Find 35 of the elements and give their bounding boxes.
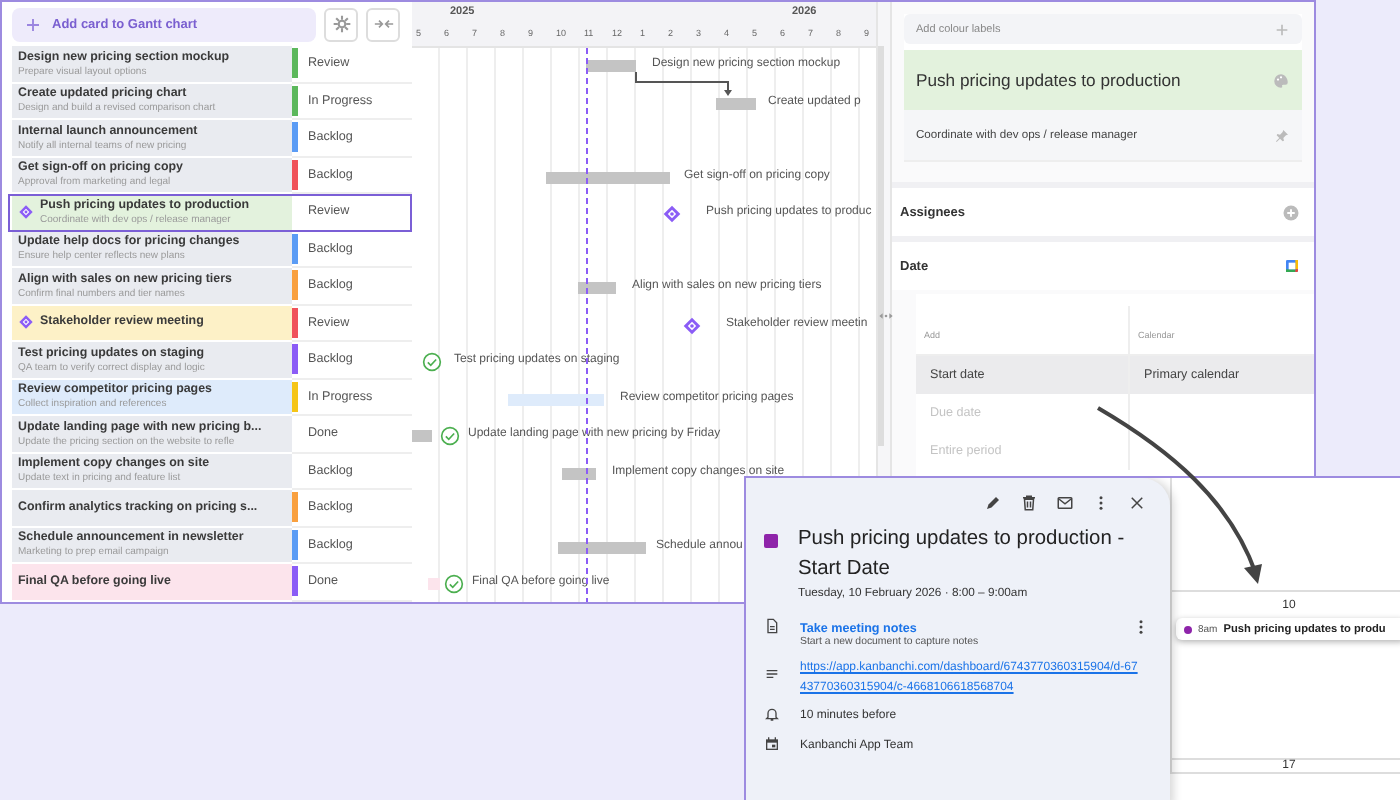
collapse-button[interactable] — [366, 7, 400, 41]
bell-icon — [764, 706, 780, 722]
gantt-bar[interactable] — [562, 467, 596, 479]
edit-pencil-icon[interactable] — [984, 494, 1002, 512]
calendar-icon — [764, 736, 780, 752]
close-icon[interactable] — [1128, 494, 1146, 512]
event-title: Push pricing updates to production - Start Date — [798, 526, 1127, 584]
plus-icon[interactable] — [1274, 21, 1290, 37]
gantt-bar[interactable] — [558, 541, 646, 553]
milestone-diamond-icon[interactable] — [682, 315, 702, 335]
card-title: Push pricing updates to production — [916, 70, 1181, 90]
gantt-bar[interactable] — [586, 60, 636, 72]
gantt-bar[interactable] — [716, 97, 756, 109]
description-lines-icon — [764, 666, 780, 682]
milestone-diamond-icon[interactable] — [662, 204, 682, 224]
gantt-bar[interactable] — [546, 171, 670, 183]
calendar-app-icon[interactable] — [1284, 258, 1300, 274]
pin-icon[interactable] — [1274, 127, 1290, 143]
palette-icon[interactable] — [1272, 71, 1290, 89]
dependency-arrow — [635, 71, 732, 96]
milestone-diamond-icon — [18, 203, 34, 220]
resize-handle-icon[interactable] — [878, 308, 894, 324]
settings-button[interactable] — [324, 7, 358, 41]
delete-trash-icon[interactable] — [1020, 494, 1038, 512]
check-circle-icon — [422, 352, 442, 372]
check-circle-icon — [440, 426, 460, 446]
collapse-arrows-icon — [373, 14, 393, 34]
check-circle-icon — [444, 574, 464, 594]
add-circle-icon[interactable] — [1282, 203, 1300, 221]
document-icon — [764, 618, 780, 634]
settings-icon — [331, 14, 351, 34]
milestone-diamond-icon — [18, 314, 34, 331]
mail-icon[interactable] — [1056, 494, 1074, 512]
gantt-bar[interactable] — [578, 282, 616, 294]
plus-icon — [24, 15, 42, 33]
